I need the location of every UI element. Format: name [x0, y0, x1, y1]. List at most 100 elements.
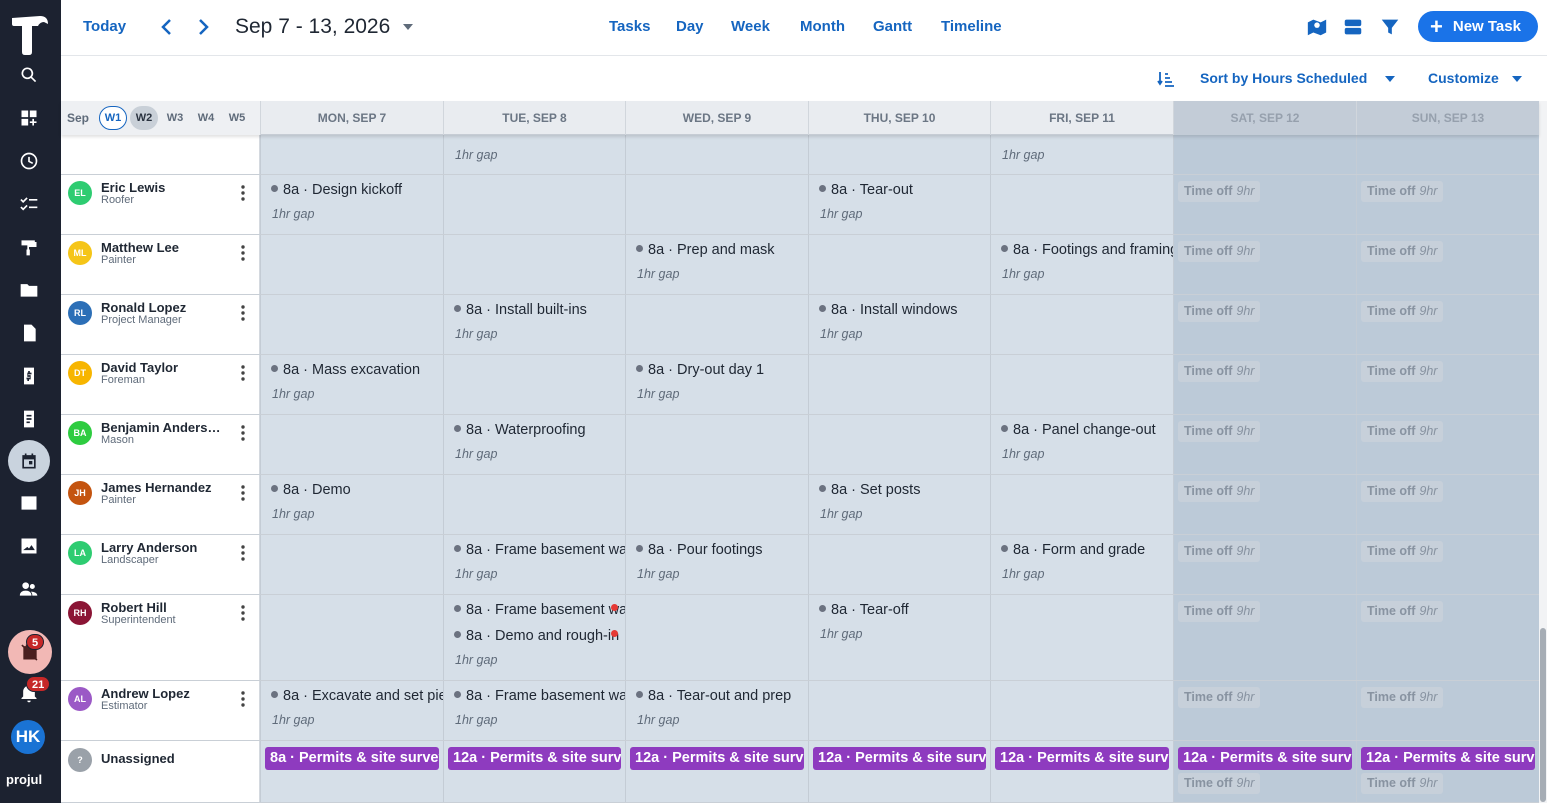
more-options-icon[interactable]	[241, 305, 245, 321]
sort-dropdown[interactable]: Sort by Hours Scheduled	[1200, 70, 1367, 86]
more-options-icon[interactable]	[241, 245, 245, 261]
documents-icon[interactable]	[15, 405, 43, 433]
time-off-chip[interactable]: Time off 9hr	[1361, 421, 1444, 442]
filter-icon[interactable]	[1379, 16, 1401, 38]
customize-caret-icon[interactable]	[1512, 75, 1522, 83]
time-off-chip[interactable]: Time off 9hr	[1178, 361, 1261, 382]
permit-task[interactable]: 12a · Permits & site survey	[448, 747, 621, 770]
day-cell[interactable]: Time off9hr	[1356, 535, 1539, 594]
day-header[interactable]: THU, SEP 10	[808, 101, 990, 135]
time-off-chip[interactable]: Time off 9hr	[1178, 181, 1261, 202]
more-options-icon[interactable]	[241, 545, 245, 561]
person-name[interactable]: Eric Lewis	[101, 180, 221, 195]
time-off-chip[interactable]: Time off 9hr	[1178, 601, 1261, 622]
day-cell[interactable]: 12a · Permits & site survey Time off 9hr	[1356, 741, 1539, 802]
day-cell[interactable]: 8a · Pour footings 1hr gap	[625, 535, 808, 594]
day-cell[interactable]	[990, 175, 1173, 234]
day-header[interactable]: TUE, SEP 8	[443, 101, 625, 135]
time-off-chip[interactable]: Time off 9hr	[1178, 541, 1261, 562]
time-off-chip[interactable]: Time off 9hr	[1361, 601, 1444, 622]
clock-icon[interactable]	[15, 147, 43, 175]
day-cell[interactable]: Time off9hr	[1173, 415, 1356, 474]
tab-week[interactable]: Week	[731, 18, 770, 35]
more-options-icon[interactable]	[241, 365, 245, 381]
day-cell[interactable]: Time off9hr	[1356, 355, 1539, 414]
tab-month[interactable]: Month	[800, 18, 845, 35]
day-cell[interactable]	[625, 175, 808, 234]
time-off-chip[interactable]: Time off 9hr	[1178, 687, 1261, 708]
day-cell[interactable]	[990, 595, 1173, 680]
day-cell[interactable]: 8a · Dry-out day 1 1hr gap	[625, 355, 808, 414]
day-cell[interactable]	[260, 595, 443, 680]
person-name[interactable]: Ronald Lopez	[101, 300, 221, 315]
day-cell[interactable]: 8a · Excavate and set piers 1hr gap	[260, 681, 443, 740]
day-cell[interactable]: 8a · Set posts 1hr gap	[808, 475, 990, 534]
today-button[interactable]: Today	[83, 18, 126, 35]
layout-icon[interactable]	[1342, 16, 1364, 38]
day-cell[interactable]: 8a · Install windows 1hr gap	[808, 295, 990, 354]
time-off-chip[interactable]: Time off 9hr	[1178, 773, 1261, 794]
day-cell[interactable]	[625, 475, 808, 534]
tab-tasks[interactable]: Tasks	[609, 18, 650, 35]
time-off-chip[interactable]: Time off 9hr	[1361, 361, 1444, 382]
day-cell[interactable]	[808, 681, 990, 740]
customize-dropdown[interactable]: Customize	[1428, 70, 1499, 86]
day-cell[interactable]	[990, 475, 1173, 534]
day-cell[interactable]: Time off9hr	[1356, 475, 1539, 534]
task-item[interactable]: 8a · Frame basement walls	[454, 602, 625, 618]
day-cell[interactable]: 12a · Permits & site survey	[443, 741, 625, 802]
task-item[interactable]: 8a · Dry-out day 1	[636, 362, 764, 378]
time-off-chip[interactable]: Time off 9hr	[1361, 181, 1444, 202]
task-item[interactable]: 8a · Design kickoff	[271, 182, 402, 198]
chevron-right-icon[interactable]	[193, 16, 213, 38]
day-cell[interactable]: 8a · Demo 1hr gap	[260, 475, 443, 534]
day-cell[interactable]	[260, 135, 443, 174]
map-icon[interactable]	[1306, 16, 1328, 38]
user-avatar[interactable]: HK	[11, 720, 45, 754]
day-cell[interactable]	[443, 175, 625, 234]
day-cell[interactable]	[990, 681, 1173, 740]
day-cell[interactable]	[808, 535, 990, 594]
tab-day[interactable]: Day	[676, 18, 704, 35]
task-item[interactable]: 8a · Prep and mask	[636, 242, 775, 258]
paint-roller-icon[interactable]	[15, 233, 43, 261]
day-cell[interactable]: Time off9hr	[1356, 235, 1539, 294]
day-cell[interactable]: 12a · Permits & site survey	[625, 741, 808, 802]
day-cell[interactable]: 8a · Hang board1hr gap	[990, 135, 1173, 174]
day-cell[interactable]: 8a · Install built-ins 1hr gap	[443, 295, 625, 354]
day-cell[interactable]: 8a · Tear-off 1hr gap	[808, 595, 990, 680]
day-cell[interactable]: 8a · Design kickoff 1hr gap	[260, 175, 443, 234]
permit-task[interactable]: 12a · Permits & site survey	[813, 747, 986, 770]
day-cell[interactable]: 8a · Mass excavation 1hr gap	[260, 355, 443, 414]
day-cell[interactable]	[443, 475, 625, 534]
day-cell[interactable]: 8a · Frame basement walls 1hr gap	[443, 535, 625, 594]
day-cell[interactable]: 8a · Permits & site survey	[260, 741, 443, 802]
person-name[interactable]: James Hernandez	[101, 480, 221, 495]
task-item[interactable]: 8a · Tear-off	[819, 602, 909, 618]
person-name[interactable]: Benjamin Anderson	[101, 420, 221, 435]
week-w2[interactable]: W2	[130, 106, 159, 130]
time-off-chip[interactable]: Time off 9hr	[1178, 301, 1261, 322]
day-cell[interactable]: Time off9hr	[1173, 595, 1356, 680]
day-cell[interactable]: Time off9hr	[1356, 595, 1539, 680]
people-icon[interactable]	[15, 575, 43, 603]
day-cell[interactable]: 12a · Permits & site survey Time off 9hr	[1173, 741, 1356, 802]
day-header[interactable]: SAT, SEP 12	[1173, 101, 1356, 135]
day-cell[interactable]	[808, 135, 990, 174]
task-item[interactable]: 8a · Form and grade	[1001, 542, 1145, 558]
more-options-icon[interactable]	[241, 485, 245, 501]
caret-down-icon[interactable]	[402, 22, 414, 32]
permit-task[interactable]: 12a · Permits & site survey	[995, 747, 1169, 770]
day-cell[interactable]: 8a · Waterproofing 1hr gap	[443, 415, 625, 474]
day-cell[interactable]	[990, 355, 1173, 414]
tab-gantt[interactable]: Gantt	[873, 18, 912, 35]
day-cell[interactable]	[625, 415, 808, 474]
week-w1[interactable]: W1	[99, 106, 128, 130]
task-item[interactable]: 8a · Install built-ins	[454, 302, 587, 318]
task-item[interactable]: 8a · Mass excavation	[271, 362, 420, 378]
day-cell[interactable]: 8a · Panel change-out 1hr gap	[990, 415, 1173, 474]
search-icon[interactable]	[15, 61, 43, 89]
task-item[interactable]: 8a · Demo and rough-in	[454, 628, 619, 644]
daily-log-icon[interactable]	[15, 489, 43, 517]
day-cell[interactable]: Time off9hr	[1173, 235, 1356, 294]
